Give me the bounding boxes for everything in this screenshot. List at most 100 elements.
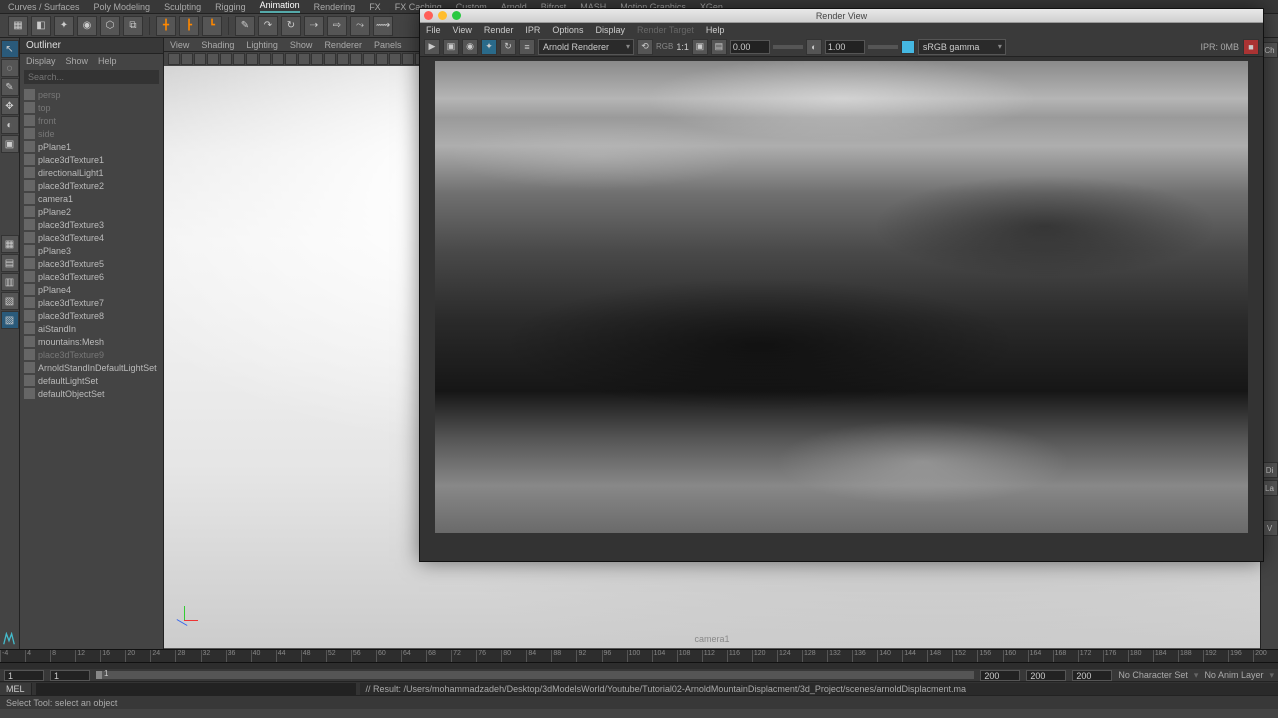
outliner-item[interactable]: ArnoldStandInDefaultLightSet — [22, 361, 161, 374]
ipr-render-icon[interactable]: ✦ — [481, 39, 497, 55]
range-start-outer[interactable]: 1 — [4, 670, 44, 681]
outliner-item[interactable]: place3dTexture5 — [22, 257, 161, 270]
workspace-tab[interactable]: Sculpting — [164, 2, 201, 12]
viewport-toggle[interactable] — [298, 53, 310, 65]
outliner-item[interactable]: aiStandIn — [22, 322, 161, 335]
outliner-item[interactable]: pPlane2 — [22, 205, 161, 218]
mel-label[interactable]: MEL — [0, 683, 32, 695]
layout-btn[interactable]: ▧ — [1, 292, 19, 310]
viewport-toggle[interactable] — [246, 53, 258, 65]
viewport-menu-item[interactable]: Shading — [201, 40, 234, 50]
exposure-input[interactable] — [730, 40, 770, 54]
render-view-menu-item[interactable]: IPR — [525, 25, 540, 35]
render-view-menubar[interactable]: FileViewRenderIPROptionsDisplayRender Ta… — [420, 23, 1263, 37]
render-view-menu-item[interactable]: Options — [552, 25, 583, 35]
render-region-icon[interactable]: ▣ — [443, 39, 459, 55]
range-slider[interactable]: 1 — [96, 671, 974, 679]
lasso-tool-icon[interactable]: ◌ — [1, 59, 19, 77]
outliner-item[interactable]: place3dTexture7 — [22, 296, 161, 309]
render-view-menu-item[interactable]: Render — [484, 25, 514, 35]
outliner-item[interactable]: defaultLightSet — [22, 374, 161, 387]
workspace-tab[interactable]: Rigging — [215, 2, 246, 12]
mel-input[interactable] — [36, 683, 356, 695]
outliner-item[interactable]: place3dTexture8 — [22, 309, 161, 322]
outliner-menu[interactable]: DisplayShowHelp — [20, 54, 163, 68]
stop-ipr-icon[interactable]: ■ — [1243, 39, 1259, 55]
shelf-btn[interactable]: ↷ — [258, 16, 278, 36]
viewport-toggle[interactable] — [376, 53, 388, 65]
shelf-btn[interactable]: ⇨ — [327, 16, 347, 36]
shelf-btn[interactable]: ⤳ — [350, 16, 370, 36]
viewport-toggle[interactable] — [337, 53, 349, 65]
shelf-btn[interactable]: ✎ — [235, 16, 255, 36]
remove-image-icon[interactable]: ▤ — [711, 39, 727, 55]
exposure-slider[interactable] — [773, 45, 803, 49]
render-view-menu-item[interactable]: File — [426, 25, 441, 35]
rotate-tool-icon[interactable]: ◐ — [1, 116, 19, 134]
shelf-btn[interactable]: ◧ — [31, 16, 51, 36]
outliner-item[interactable]: pPlane1 — [22, 140, 161, 153]
keep-image-icon[interactable]: ▣ — [692, 39, 708, 55]
viewport-toggle[interactable] — [350, 53, 362, 65]
outliner-menu-item[interactable]: Display — [26, 56, 56, 66]
outliner-item[interactable]: pPlane4 — [22, 283, 161, 296]
outliner-item[interactable]: front — [22, 114, 161, 127]
time-slider[interactable]: -448121620242832364044485256606468727680… — [0, 649, 1278, 663]
redo-render-icon[interactable]: ▶ — [424, 39, 440, 55]
shelf-btn[interactable]: ⬡ — [100, 16, 120, 36]
shelf-btn[interactable]: ⧉ — [123, 16, 143, 36]
gamma-input[interactable] — [825, 40, 865, 54]
layout-btn[interactable]: ▦ — [1, 235, 19, 253]
shelf-btn[interactable]: ⇢ — [304, 16, 324, 36]
viewport-toggle[interactable] — [194, 53, 206, 65]
outliner-item[interactable]: camera1 — [22, 192, 161, 205]
colorspace-select[interactable]: sRGB gamma — [918, 39, 1006, 55]
viewport-menu-item[interactable]: Lighting — [246, 40, 278, 50]
snapshot-icon[interactable]: ◉ — [462, 39, 478, 55]
paint-tool-icon[interactable]: ✎ — [1, 78, 19, 96]
viewport-toggle[interactable] — [389, 53, 401, 65]
viewport-toggle[interactable] — [285, 53, 297, 65]
render-view-menu-item[interactable]: Help — [706, 25, 725, 35]
viewport-toggle[interactable] — [233, 53, 245, 65]
outliner-item[interactable]: pPlane3 — [22, 244, 161, 257]
outliner-item[interactable]: place3dTexture1 — [22, 153, 161, 166]
range-end-inner2[interactable]: 200 — [1026, 670, 1066, 681]
workspace-tab[interactable]: Animation — [260, 0, 300, 13]
scale-tool-icon[interactable]: ▣ — [1, 135, 19, 153]
outliner-item[interactable]: mountains:Mesh — [22, 335, 161, 348]
viewport-toggle[interactable] — [324, 53, 336, 65]
outliner-item[interactable]: persp — [22, 88, 161, 101]
shelf-btn[interactable]: ⟿ — [373, 16, 393, 36]
outliner-item[interactable]: place3dTexture9 — [22, 348, 161, 361]
contrast-icon[interactable]: ◐ — [806, 39, 822, 55]
color-swatch-icon[interactable] — [901, 40, 915, 54]
render-sequence-icon[interactable]: ≡ — [519, 39, 535, 55]
render-view-menu-item[interactable]: Render Target — [637, 25, 694, 35]
refresh-icon[interactable]: ⟲ — [637, 39, 653, 55]
select-tool-icon[interactable]: ↖ — [1, 40, 19, 58]
shelf-btn[interactable]: ◉ — [77, 16, 97, 36]
outliner-item[interactable]: place3dTexture4 — [22, 231, 161, 244]
outliner-item[interactable]: side — [22, 127, 161, 140]
outliner-item[interactable]: directionalLight1 — [22, 166, 161, 179]
viewport-toggle[interactable] — [311, 53, 323, 65]
outliner-item[interactable]: place3dTexture2 — [22, 179, 161, 192]
move-tool-icon[interactable]: ✥ — [1, 97, 19, 115]
outliner-item[interactable]: defaultObjectSet — [22, 387, 161, 400]
workspace-tab[interactable]: FX — [369, 2, 381, 12]
viewport-menu-item[interactable]: Panels — [374, 40, 402, 50]
outliner-item[interactable]: place3dTexture6 — [22, 270, 161, 283]
viewport-toggle[interactable] — [363, 53, 375, 65]
shelf-btn[interactable]: ✦ — [54, 16, 74, 36]
shelf-btn[interactable]: ┗ — [202, 16, 222, 36]
shelf-btn[interactable]: ┣ — [179, 16, 199, 36]
viewport-toggle[interactable] — [220, 53, 232, 65]
refresh-ipr-icon[interactable]: ↻ — [500, 39, 516, 55]
outliner-menu-item[interactable]: Help — [98, 56, 117, 66]
shelf-btn[interactable]: ╋ — [156, 16, 176, 36]
workspace-tab[interactable]: Poly Modeling — [94, 2, 151, 12]
range-end-inner[interactable]: 200 — [980, 670, 1020, 681]
character-set-select[interactable]: No Character Set — [1118, 670, 1188, 680]
layout-btn[interactable]: ▤ — [1, 254, 19, 272]
